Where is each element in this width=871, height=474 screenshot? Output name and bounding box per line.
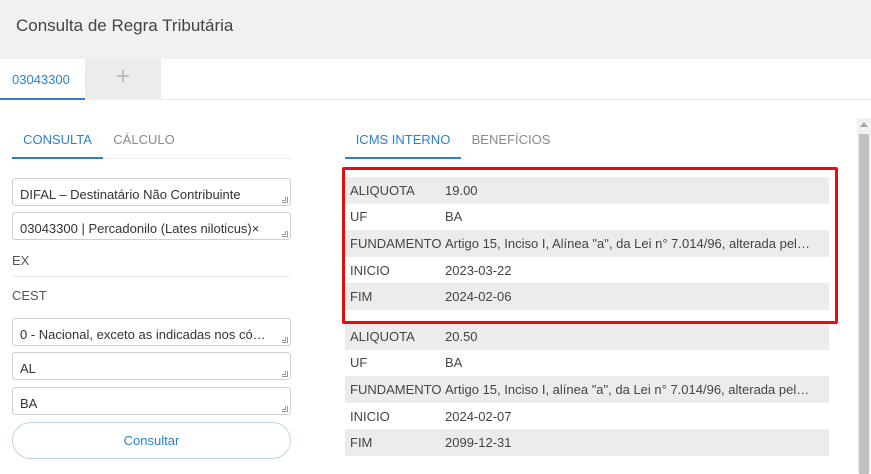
record-row: ALIQUOTA 20.50 [345,323,829,350]
row-value: Artigo 15, Inciso I, Alínea "a", da Lei … [445,235,810,251]
resize-grip-icon [282,231,288,237]
row-key: ALIQUOTA [350,328,415,344]
row-key: FUNDAMENTO [350,235,442,251]
record-row: FIM 2024-02-06 [345,283,829,310]
row-key: FIM [350,289,373,305]
row-value: 2023-03-22 [445,262,512,278]
row-key: INICIO [350,262,390,278]
row-value: 2024-02-06 [445,289,512,305]
tax-rule-record: ALIQUOTA 20.50 UF BA FUNDAMENTO Artigo 15, … [345,323,829,456]
resize-grip-icon [282,371,288,377]
tab-consulta[interactable]: CONSULTA [12,118,103,159]
ex-field[interactable]: EX [12,253,291,277]
row-key: FUNDAMENTO [350,381,442,397]
record-row: FUNDAMENTO Artigo 15, Inciso I, alínea "a… [345,376,829,403]
plus-icon: + [115,63,130,90]
record-row: FIM 2099-12-31 [345,429,829,456]
uf-destination-value: BA [20,396,38,411]
resize-grip-icon [282,406,288,412]
row-value: Artigo 15, Inciso I, alínea "a", da Lei … [445,381,810,397]
product-select[interactable]: 03043300 | Percadonilo (Lates niloticus)… [12,212,291,240]
consultar-button[interactable]: Consultar [12,422,291,459]
record-row: INICIO 2024-02-07 [345,402,829,430]
cest-field[interactable]: CEST [12,288,291,310]
record-row: ALIQUOTA 19.00 [345,177,829,204]
row-value: BA [445,209,463,225]
left-panel-tabs: CONSULTA CÁLCULO [12,118,291,159]
row-value: 2099-12-31 [445,435,512,451]
record-row: UF BA [345,349,829,377]
product-value: 03043300 | Percadonilo (Lates niloticus)… [20,221,260,236]
page-title: Consulta de Regra Tributária [16,16,234,35]
row-value: 19.00 [445,182,478,198]
tab-beneficios[interactable]: BENEFÍCIOS [461,118,561,159]
uf-destination-select[interactable]: BA [12,387,291,415]
row-key: UF [350,355,368,371]
record-row: INICIO 2023-03-22 [345,256,829,284]
row-value: 2024-02-07 [445,408,512,424]
row-key: UF [350,209,368,225]
tab-calculo[interactable]: CÁLCULO [103,118,185,159]
vertical-scrollbar[interactable] [857,118,871,474]
uf-origin-value: AL [20,361,36,376]
tab-icms-interno[interactable]: ICMS INTERNO [345,118,461,159]
origin-value: 0 - Nacional, exceto as indicadas nos có… [20,327,266,342]
row-value: 20.50 [445,328,478,344]
record-row: UF BA [345,203,829,231]
row-key: FIM [350,435,373,451]
add-tab-button[interactable]: + [85,59,161,100]
ex-label: EX [12,253,30,268]
tax-rule-record: ALIQUOTA 19.00 UF BA FUNDAMENTO Artigo 15, … [345,177,829,310]
cest-label: CEST [12,288,47,303]
right-panel-tabs: ICMS INTERNO BENEFÍCIOS [345,118,745,159]
document-tab-active[interactable]: 03043300 [0,59,85,100]
scrollbar-thumb[interactable] [859,134,869,474]
app-header: Consulta de Regra Tributária [0,0,871,59]
operation-value: DIFAL – Destinatário Não Contribuinte [20,187,241,202]
row-value: BA [445,355,463,371]
uf-origin-select[interactable]: AL [12,352,291,380]
operation-select[interactable]: DIFAL – Destinatário Não Contribuinte [12,178,291,206]
origin-select[interactable]: 0 - Nacional, exceto as indicadas nos có… [12,318,291,346]
document-tab-strip: 03043300 + [0,59,871,100]
resize-grip-icon [282,197,288,203]
row-key: ALIQUOTA [350,182,415,198]
scroll-up-arrow-icon[interactable] [860,122,868,127]
resize-grip-icon [282,337,288,343]
record-row: FUNDAMENTO Artigo 15, Inciso I, Alínea "a… [345,230,829,257]
row-key: INICIO [350,408,390,424]
